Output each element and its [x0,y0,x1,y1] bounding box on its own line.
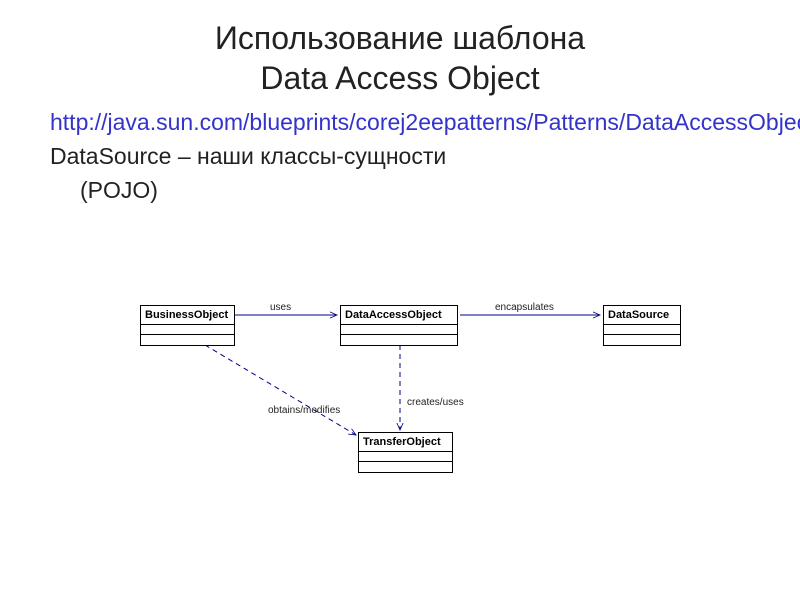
slide-title: Использование шаблона Data Access Object [0,0,800,98]
uml-box-label: DataSource [604,306,680,325]
slide-body: http://java.sun.com/blueprints/corej2eep… [0,98,800,206]
uml-compartment [341,325,457,335]
label-encapsulates: encapsulates [495,302,554,313]
label-creates-uses: creates/uses [407,397,464,408]
reference-link[interactable]: http://java.sun.com/blueprints/corej2eep… [50,108,750,138]
uml-diagram: BusinessObject DataAccessObject DataSour… [100,300,720,500]
uml-compartment [604,335,680,345]
uml-box-transfer-object: TransferObject [358,432,453,473]
uml-compartment [141,325,234,335]
uml-compartment [341,335,457,345]
uml-box-data-source: DataSource [603,305,681,346]
description-line-2: (POJO) [50,176,750,206]
uml-compartment [141,335,234,345]
title-line-2: Data Access Object [260,60,539,96]
uml-compartment [359,452,452,462]
label-obtains-modifies: obtains/modifies [268,405,340,416]
uml-box-data-access-object: DataAccessObject [340,305,458,346]
slide: Использование шаблона Data Access Object… [0,0,800,600]
uml-box-label: TransferObject [359,433,452,452]
description-line-1: DataSource – наши классы-сущности [50,142,750,172]
label-uses: uses [270,302,291,313]
uml-compartment [359,462,452,472]
uml-compartment [604,325,680,335]
uml-box-business-object: BusinessObject [140,305,235,346]
uml-box-label: BusinessObject [141,306,234,325]
title-line-1: Использование шаблона [215,20,585,56]
uml-box-label: DataAccessObject [341,306,457,325]
